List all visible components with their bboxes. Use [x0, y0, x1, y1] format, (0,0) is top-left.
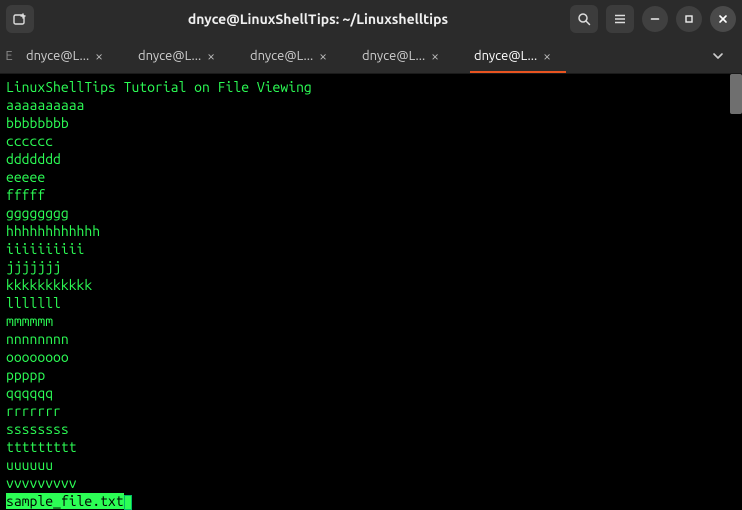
- tab-close-icon[interactable]: ×: [207, 48, 215, 64]
- tab-label: dnyce@L...: [362, 49, 425, 63]
- terminal-line: ddddddd: [6, 150, 736, 168]
- minimize-icon: [649, 13, 661, 25]
- vertical-scrollbar[interactable]: [730, 74, 742, 114]
- tab-3[interactable]: dnyce@L... ×: [350, 38, 462, 73]
- terminal-line: oooooooo: [6, 348, 736, 366]
- chevron-down-icon: [712, 50, 724, 62]
- search-button[interactable]: [570, 5, 598, 33]
- maximize-icon: [683, 13, 695, 25]
- tab-overflow-button[interactable]: [704, 42, 732, 70]
- title-bar: dnyce@LinuxShellTips: ~/Linuxshelltips: [0, 0, 742, 38]
- menu-button[interactable]: [606, 5, 634, 33]
- terminal-line: bbbbbbbb: [6, 114, 736, 132]
- tab-close-icon[interactable]: ×: [95, 48, 103, 64]
- tab-close-icon[interactable]: ×: [431, 48, 439, 64]
- terminal-line: nnnnnnnn: [6, 330, 736, 348]
- terminal-line: fffff: [6, 186, 736, 204]
- hamburger-icon: [613, 12, 627, 26]
- terminal-line: ttttttttt: [6, 438, 736, 456]
- cursor: [124, 495, 132, 510]
- tab-label: dnyce@L...: [474, 49, 537, 63]
- terminal-line: jjjjjjj: [6, 258, 736, 276]
- terminal-line: ssssssss: [6, 420, 736, 438]
- terminal-viewport[interactable]: LinuxShellTips Tutorial on File Viewinga…: [0, 74, 742, 510]
- tab-bar: E dnyce@L...×dnyce@L...×dnyce@L...×dnyce…: [0, 38, 742, 74]
- edge-indicator: E: [4, 38, 14, 73]
- terminal-line: vvvvvvvvv: [6, 474, 736, 492]
- tab-label: dnyce@L...: [250, 49, 313, 63]
- terminal-line: kkkkkkkkkkk: [6, 276, 736, 294]
- maximize-button[interactable]: [676, 6, 702, 32]
- close-icon: [717, 13, 729, 25]
- search-icon: [577, 12, 591, 26]
- terminal-line: aaaaaaaaaa: [6, 96, 736, 114]
- tab-label: dnyce@L...: [138, 49, 201, 63]
- terminal-line: uuuuuu: [6, 456, 736, 474]
- close-button[interactable]: [710, 6, 736, 32]
- tab-2[interactable]: dnyce@L... ×: [238, 38, 350, 73]
- terminal-line: rrrrrrr: [6, 402, 736, 420]
- terminal-line: hhhhhhhhhhhh: [6, 222, 736, 240]
- terminal-line: LinuxShellTips Tutorial on File Viewing: [6, 78, 736, 96]
- tab-close-icon[interactable]: ×: [319, 48, 327, 64]
- new-tab-button[interactable]: [6, 5, 34, 33]
- tab-1[interactable]: dnyce@L... ×: [126, 38, 238, 73]
- terminal-line: eeeee: [6, 168, 736, 186]
- terminal-line: mmmmmm: [6, 312, 736, 330]
- terminal-line: cccccc: [6, 132, 736, 150]
- tab-close-icon[interactable]: ×: [543, 48, 551, 64]
- minimize-button[interactable]: [642, 6, 668, 32]
- tab-4[interactable]: dnyce@L... ×: [462, 38, 574, 73]
- new-tab-icon: [13, 12, 27, 26]
- tab-label: dnyce@L...: [26, 49, 89, 63]
- terminal-line: iiiiiiiiii: [6, 240, 736, 258]
- terminal-line: ppppp: [6, 366, 736, 384]
- tab-0[interactable]: dnyce@L... ×: [14, 38, 126, 73]
- terminal-line: qqqqqq: [6, 384, 736, 402]
- pager-filename: sample_file.txt: [6, 493, 124, 509]
- pager-status-line: sample_file.txt: [6, 492, 132, 510]
- terminal-line: lllllll: [6, 294, 736, 312]
- window-title: dnyce@LinuxShellTips: ~/Linuxshelltips: [72, 11, 564, 27]
- terminal-line: gggggggg: [6, 204, 736, 222]
